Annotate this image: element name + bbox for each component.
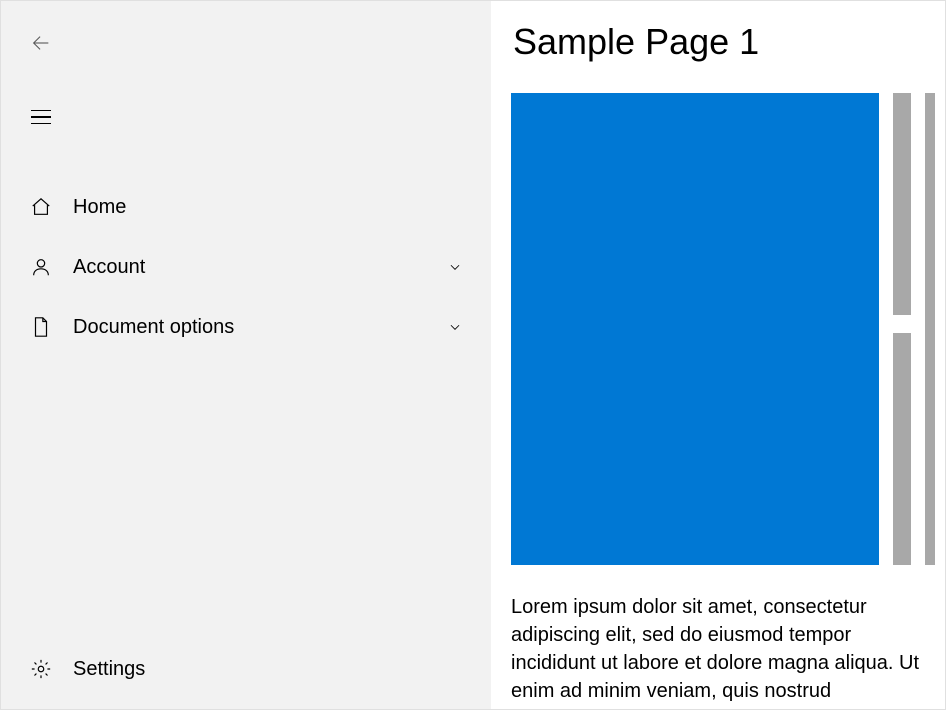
gear-icon — [29, 657, 53, 681]
page-title: Sample Page 1 — [513, 21, 935, 63]
hamburger-icon — [31, 110, 51, 125]
sidebar-item-label: Home — [73, 196, 463, 219]
person-icon — [29, 255, 53, 279]
flipview-peek-card[interactable] — [893, 93, 911, 315]
flipview-peek-card[interactable] — [893, 333, 911, 565]
sidebar-item-document-options[interactable]: Document options — [1, 297, 491, 357]
arrow-left-icon — [30, 32, 52, 59]
body-text: Lorem ipsum dolor sit amet, consectetur … — [511, 593, 935, 705]
sidebar-item-label: Account — [73, 256, 447, 279]
sidebar: Home Account — [1, 1, 491, 709]
home-icon — [29, 195, 53, 219]
back-button[interactable] — [21, 25, 61, 65]
sidebar-item-home[interactable]: Home — [1, 177, 491, 237]
content-area: Sample Page 1 Lorem ipsum dolor sit amet… — [491, 1, 945, 709]
flipview-card-current[interactable] — [511, 93, 879, 565]
flipview[interactable] — [511, 93, 935, 565]
flipview-peek-column-2 — [925, 93, 935, 565]
sidebar-item-label: Document options — [73, 316, 447, 339]
flipview-peek-column — [893, 93, 911, 565]
document-icon — [29, 315, 53, 339]
sidebar-item-account[interactable]: Account — [1, 237, 491, 297]
chevron-down-icon — [447, 259, 463, 275]
hamburger-button[interactable] — [21, 97, 61, 137]
nav-list: Home Account — [1, 177, 491, 639]
sidebar-item-label: Settings — [73, 658, 463, 681]
sidebar-item-settings[interactable]: Settings — [1, 639, 491, 699]
chevron-down-icon — [447, 319, 463, 335]
flipview-peek-card[interactable] — [925, 93, 935, 565]
